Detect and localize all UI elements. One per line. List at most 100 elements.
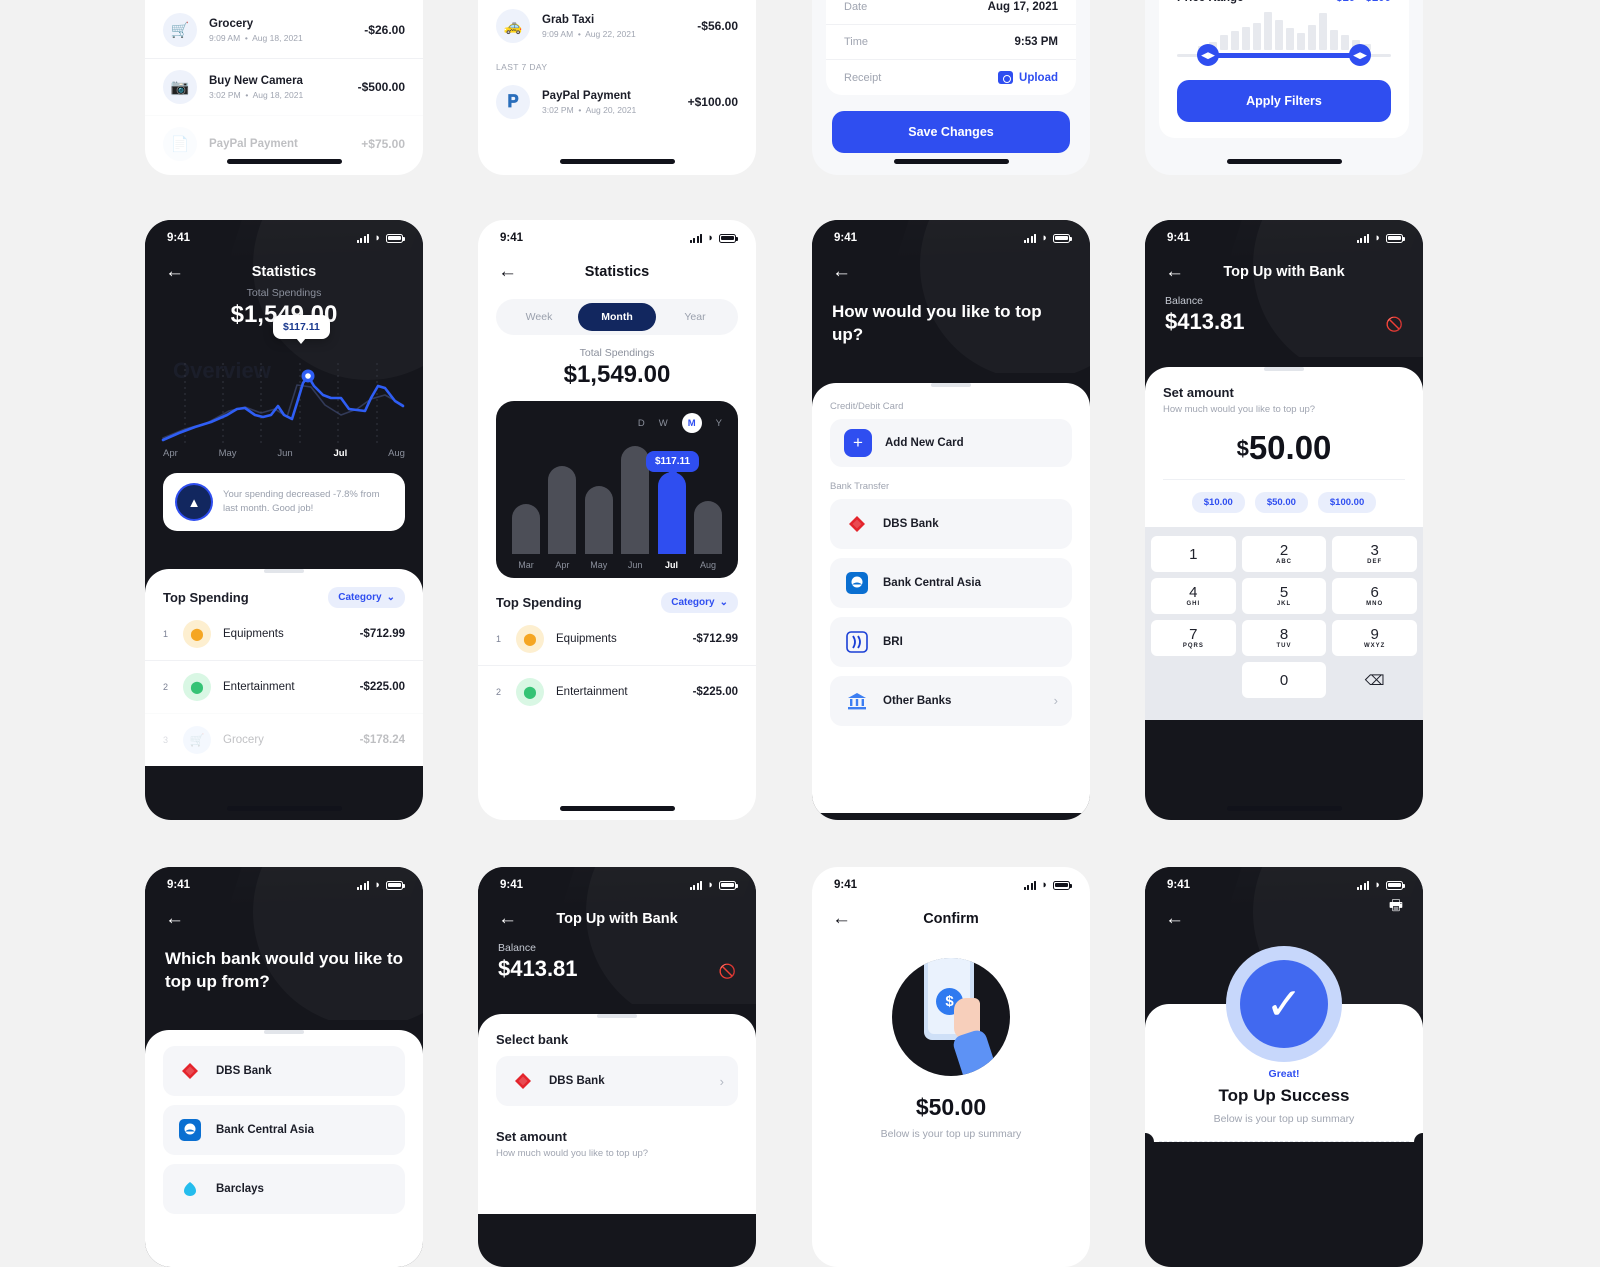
wifi-icon: ◗	[1041, 878, 1048, 891]
backspace-key[interactable]: ⌫	[1332, 662, 1417, 698]
list-item[interactable]: 2 ⬤ Entertainment -$225.00	[145, 660, 423, 713]
upload-button[interactable]: Upload	[998, 71, 1058, 84]
list-item[interactable]: 1 ⬤ Equipments -$712.99	[145, 608, 423, 660]
confirm-subtitle: Below is your top up summary	[880, 1128, 1022, 1140]
tab-year[interactable]: Year	[656, 303, 734, 331]
bank-option-bca[interactable]: Bank Central Asia	[163, 1104, 405, 1155]
bar-column[interactable]	[584, 439, 613, 554]
status-bar: 9:41 ◗	[478, 867, 756, 895]
bank-name: Other Banks	[883, 694, 952, 707]
key-number: 8	[1279, 626, 1289, 643]
back-arrow-icon[interactable]: ←	[1165, 909, 1189, 928]
add-new-card-button[interactable]: + Add New Card	[830, 418, 1072, 467]
back-arrow-icon[interactable]: ←	[165, 909, 189, 928]
table-row[interactable]: 🚕 Grab Taxi 9:09 AM • Aug 22, 2021 -$56.…	[478, 0, 756, 54]
line-chart: $117.11	[145, 315, 423, 448]
key-7[interactable]: 7 PQRS	[1151, 620, 1236, 656]
quick-amount-50[interactable]: $50.00	[1254, 492, 1308, 513]
bar	[512, 503, 540, 554]
bar	[657, 472, 686, 554]
cellular-icon	[1356, 233, 1370, 243]
status-time: 9:41	[1167, 879, 1191, 891]
phone-topup-bank: 9:41 ◗ ← Top Up with Bank Balance $413.8…	[478, 867, 756, 1267]
range-m-active[interactable]: M	[681, 413, 702, 433]
cellular-icon	[689, 233, 703, 243]
price-range-header: Price Range $10 - $100	[1159, 0, 1409, 4]
battery-icon	[1386, 880, 1405, 890]
bar-column[interactable]	[548, 439, 577, 554]
eye-hide-icon[interactable]: 🚫	[719, 963, 736, 980]
table-row[interactable]: 𝐏 PayPal Payment 3:02 PM • Aug 20, 2021 …	[478, 74, 756, 130]
quick-amount-10[interactable]: $10.00	[1191, 492, 1245, 513]
printer-icon[interactable]: 🖶	[1389, 895, 1403, 920]
range-d[interactable]: D	[638, 418, 645, 429]
list-item[interactable]: 1 ⬤ Equipments -$712.99	[478, 613, 756, 665]
selected-bank-row[interactable]: DBS Bank ›	[496, 1056, 738, 1106]
wifi-icon: ◗	[1374, 878, 1381, 891]
camera-icon: ⬤	[183, 620, 211, 648]
tab-month[interactable]: Month	[578, 303, 656, 331]
key-3[interactable]: 3 DEF	[1332, 536, 1418, 572]
set-amount-sheet: Set amount How much would you like to to…	[1145, 367, 1423, 720]
table-row[interactable]: 📷 Buy New Camera 3:02 PM • Aug 18, 2021 …	[145, 58, 423, 115]
bank-name: DBS Bank	[549, 1075, 605, 1087]
bar-chart-card: D W M Y $117.11 Mar Apr May Jun Jul Aug	[496, 401, 738, 578]
category-name: Entertainment	[556, 686, 628, 698]
category-name: Equipments	[556, 633, 617, 645]
amount-display[interactable]: $50.00	[1145, 415, 1423, 479]
range-w[interactable]: W	[659, 418, 668, 429]
transaction-name: Grocery	[209, 17, 254, 30]
category-filter-chip[interactable]: Category ⌄	[328, 587, 405, 608]
tab-week[interactable]: Week	[500, 303, 578, 331]
amount-value: 50.00	[1248, 429, 1332, 466]
table-row[interactable]: 🛒 Grocery 9:09 AM • Aug 18, 2021 -$26.00	[145, 2, 423, 58]
price-range-slider[interactable]: ◀▶ ◀▶	[1177, 44, 1391, 66]
bank-name: BRI	[883, 635, 903, 648]
list-item[interactable]: 3 🛒 Grocery -$178.24	[145, 713, 423, 766]
slider-knob-min[interactable]: ◀▶	[1197, 44, 1219, 66]
key-1[interactable]: 1	[1151, 536, 1236, 572]
axis-tick-active: Jul	[333, 448, 348, 459]
key-6[interactable]: 6 MNO	[1332, 578, 1418, 614]
bank-option-bca[interactable]: Bank Central Asia	[830, 557, 1072, 608]
category-amount: -$712.99	[692, 633, 738, 645]
bank-option-dbs[interactable]: DBS Bank	[163, 1045, 405, 1096]
bank-option-dbs[interactable]: DBS Bank	[830, 498, 1072, 549]
transaction-name: PayPal Payment	[209, 138, 298, 150]
key-4[interactable]: 4 GHI	[1151, 578, 1236, 614]
list-item[interactable]: 2 ⬤ Entertainment -$225.00	[478, 665, 756, 718]
bank-option-barclays[interactable]: Barclays	[163, 1163, 405, 1214]
period-segmented-control[interactable]: Week Month Year	[496, 299, 738, 335]
price-range-label: Price Range	[1177, 0, 1243, 4]
top-spending-header: Top Spending Category ⌄	[145, 573, 423, 608]
top-spending-title: Top Spending	[496, 595, 582, 610]
rank: 1	[163, 629, 169, 639]
rank: 1	[496, 634, 502, 644]
quick-amount-100[interactable]: $100.00	[1317, 492, 1377, 513]
confirm-amount: $50.00	[915, 1094, 987, 1120]
slider-knob-max[interactable]: ◀▶	[1349, 44, 1371, 66]
key-9[interactable]: 9 WXYZ	[1332, 620, 1418, 656]
range-y[interactable]: Y	[716, 418, 722, 429]
category-filter-chip[interactable]: Category ⌄	[661, 592, 738, 613]
bank-option-bri[interactable]: BRI	[830, 616, 1072, 667]
bank-option-other[interactable]: Other Banks ›	[830, 675, 1072, 726]
game-icon: ⬤	[183, 673, 211, 701]
save-changes-button[interactable]: Save Changes	[832, 111, 1070, 153]
key-5[interactable]: 5 JKL	[1241, 578, 1327, 614]
key-2[interactable]: 2 ABC	[1241, 536, 1327, 572]
eye-hide-icon[interactable]: 🚫	[1386, 316, 1403, 333]
paypal-icon: 📄	[163, 127, 197, 161]
back-arrow-icon[interactable]: ←	[832, 262, 856, 281]
bar-column[interactable]	[621, 439, 650, 554]
bar-column[interactable]	[512, 439, 540, 554]
phone-which-bank: 9:41 ◗ ← Which bank would you like to to…	[145, 867, 423, 1267]
detail-label: Date	[844, 1, 868, 13]
key-8[interactable]: 8 TUV	[1241, 620, 1327, 656]
range-toggles[interactable]: D W M Y	[508, 413, 726, 433]
apply-filters-button[interactable]: Apply Filters	[1177, 80, 1391, 122]
numeric-keypad[interactable]: 1 2 ABC 3 DEF 4 GHI 5 JKL 6 MNO 7 PQRS 8 TUV 9 WXYZ 0 ⌫	[1145, 527, 1423, 720]
axis-tick: Jun	[277, 448, 293, 459]
key-0[interactable]: 0	[1241, 662, 1327, 698]
battery-icon	[386, 880, 405, 890]
